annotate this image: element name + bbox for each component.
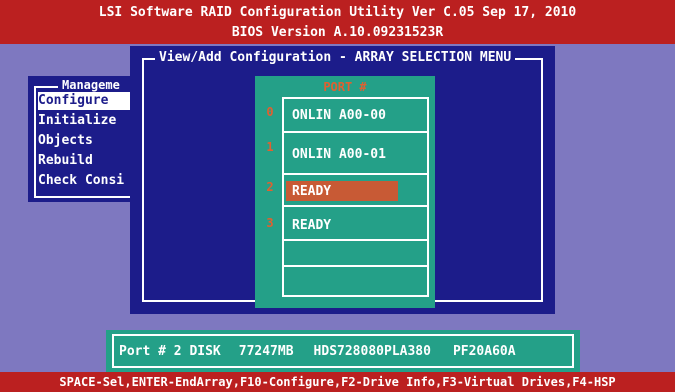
drive-status[interactable]: READY <box>292 218 331 233</box>
menu-item-rebuild[interactable]: Rebuild <box>38 152 134 170</box>
bios-version: BIOS Version A.10.09231523R <box>231 25 444 40</box>
port-number: 0 <box>266 105 274 119</box>
port-number: 1 <box>266 140 274 154</box>
drive-info-text: Port # 2 DISK 77247MB HDS728080PLA380 PF20A… <box>119 344 516 359</box>
app-title: LSI Software RAID Configuration Utility … <box>98 5 577 20</box>
menu-item-configure[interactable]: Configure <box>38 92 134 110</box>
port-table-header: PORT # <box>323 80 367 94</box>
drive-info-firmware: PF20A60A <box>452 344 516 359</box>
port-number: 3 <box>266 216 274 230</box>
menu-item-initialize[interactable]: Initialize <box>38 112 134 130</box>
drive-status-selected[interactable]: READY <box>292 184 331 199</box>
array-selection-dialog-title: View/Add Configuration - ARRAY SELECTION… <box>155 50 516 65</box>
drive-info-size: 77247MB <box>238 344 294 359</box>
menu-item-check-consistency[interactable]: Check Consi <box>38 172 134 190</box>
drive-status[interactable]: ONLIN A00-00 <box>292 108 386 123</box>
port-row-4[interactable] <box>282 241 429 267</box>
port-number: 2 <box>266 180 274 194</box>
drive-info-port: Port # 2 DISK <box>119 344 221 359</box>
title-bar: LSI Software RAID Configuration Utility … <box>0 0 675 44</box>
menu-item-objects[interactable]: Objects <box>38 132 134 150</box>
drive-status[interactable]: ONLIN A00-01 <box>292 147 386 162</box>
drive-info-model: HDS728080PLA380 <box>313 344 431 359</box>
key-help-footer: SPACE-Sel,ENTER-EndArray,F10-Configure,F… <box>0 372 675 392</box>
port-row-5[interactable] <box>282 267 429 295</box>
